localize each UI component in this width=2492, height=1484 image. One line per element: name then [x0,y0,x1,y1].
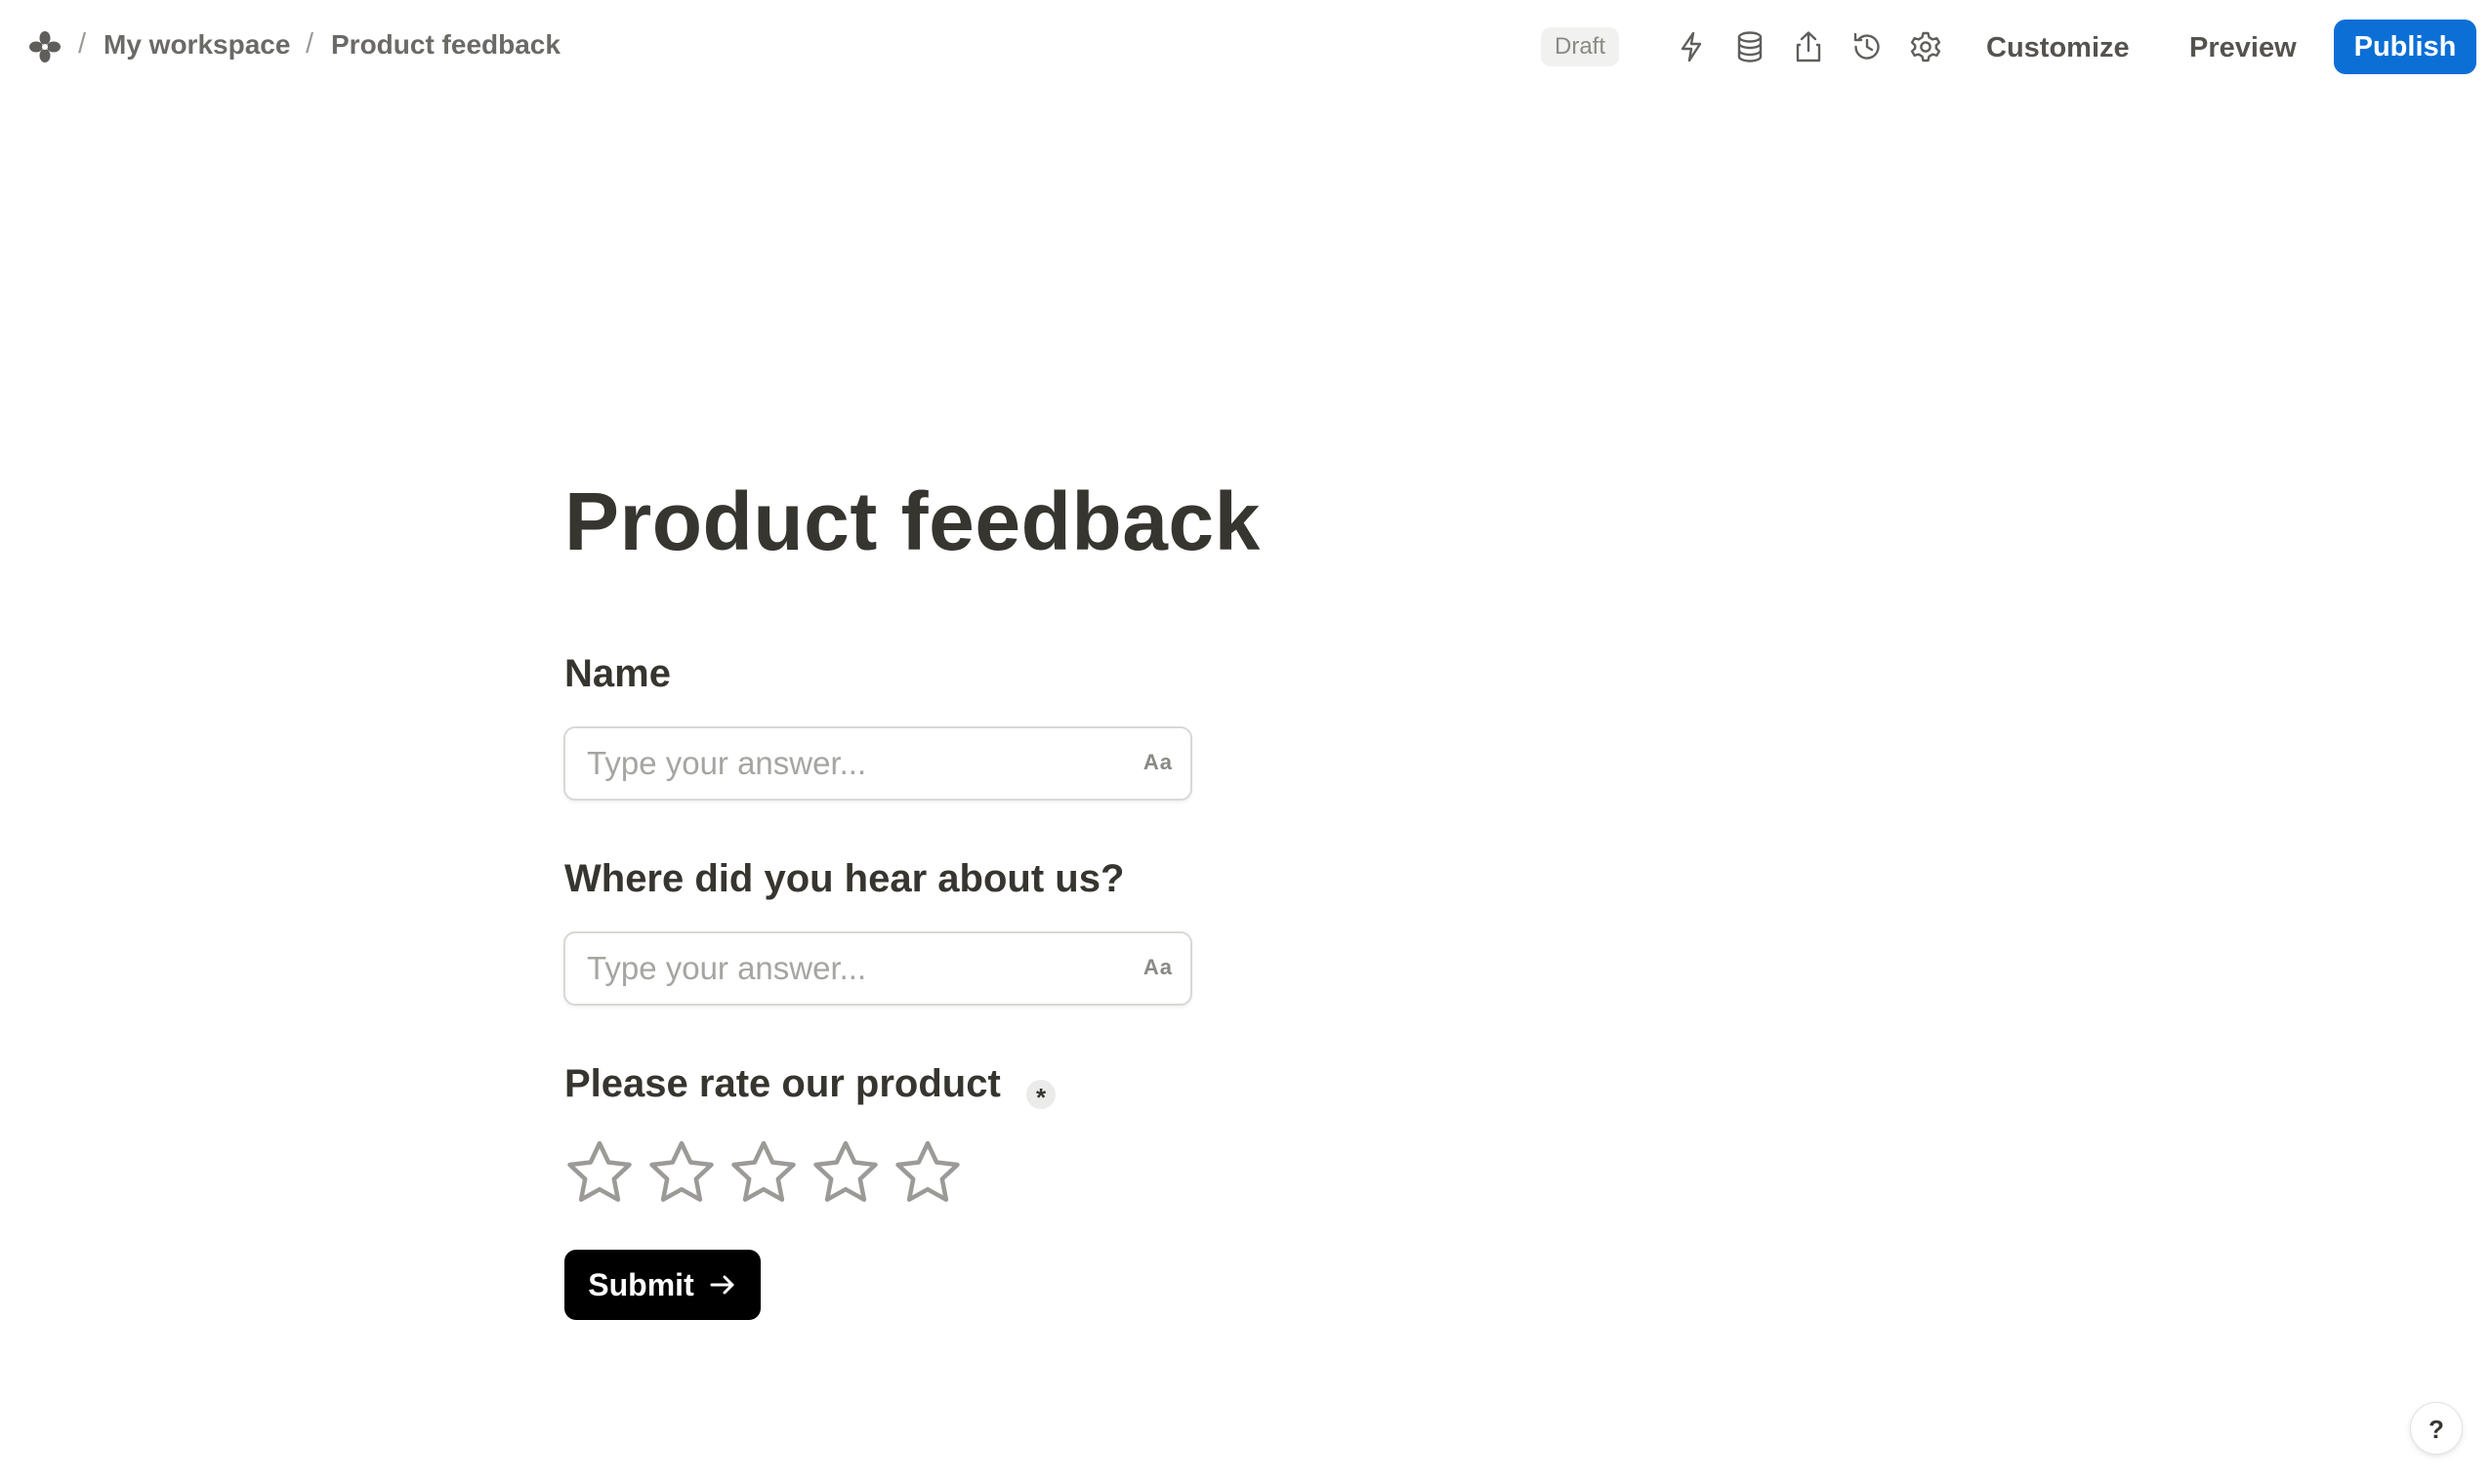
customize-button[interactable]: Customize [1986,25,2130,70]
star-icon[interactable] [893,1138,963,1209]
top-bar: / My workspace / Product feedback Draft [0,0,2492,96]
question-label-name: Name [564,652,671,695]
breadcrumb-separator: / [306,28,314,60]
publish-button[interactable]: Publish [2334,20,2476,74]
form-title: Product feedback [564,475,1261,567]
star-icon[interactable] [810,1138,881,1209]
star-icon[interactable] [646,1138,717,1209]
help-button[interactable]: ? [2410,1402,2463,1455]
share-upload-icon[interactable] [1791,29,1826,64]
submit-label: Submit [588,1266,694,1302]
question-label-rating: Please rate our product [564,1062,1001,1105]
breadcrumb-separator: / [78,28,87,60]
breadcrumb-page[interactable]: Product feedback [331,29,561,61]
settings-gear-icon[interactable] [1908,29,1943,64]
star-icon[interactable] [564,1138,635,1209]
source-field[interactable]: Aa [563,931,1192,1006]
name-input[interactable] [585,728,1112,799]
database-icon[interactable] [1732,29,1767,64]
workspace-logo-icon[interactable] [27,29,62,64]
source-input[interactable] [585,933,1112,1004]
breadcrumb-workspace[interactable]: My workspace [104,29,290,61]
submit-button[interactable]: Submit [564,1250,761,1320]
required-badge: * [1026,1080,1056,1112]
automation-bolt-icon[interactable] [1674,29,1709,64]
star-icon[interactable] [728,1138,799,1209]
question-label-source: Where did you hear about us? [564,857,1125,900]
arrow-right-icon [708,1270,737,1299]
name-field[interactable]: Aa [563,726,1192,801]
text-type-icon: Aa [1142,955,1173,979]
preview-button[interactable]: Preview [2189,25,2297,70]
history-icon[interactable] [1849,29,1885,64]
text-type-icon: Aa [1142,750,1173,774]
status-badge: Draft [1541,27,1620,66]
